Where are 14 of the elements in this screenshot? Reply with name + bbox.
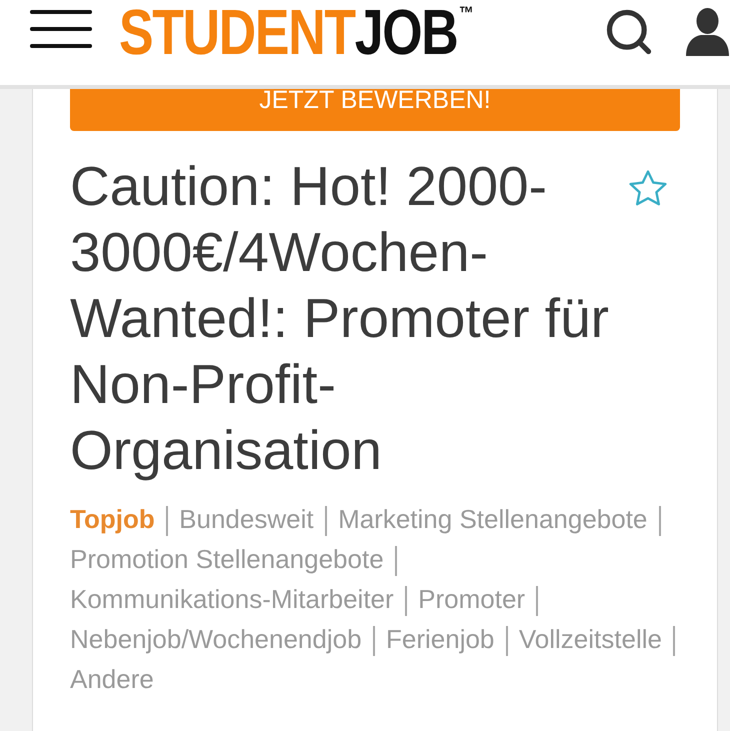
site-logo[interactable]: STUDENTJOB™	[119, 4, 472, 60]
tag-link[interactable]: Andere	[70, 664, 154, 694]
tag-link[interactable]: Ferienjob	[386, 624, 494, 654]
tag-link[interactable]: Promoter	[418, 584, 526, 614]
tag-link[interactable]: Vollzeitstelle	[518, 624, 662, 654]
tag-link[interactable]: Promotion Stellenangebote	[70, 544, 384, 574]
tag-link[interactable]: Marketing Stellenangebote	[338, 504, 648, 534]
tag-link[interactable]: Kommunikations-Mitarbeiter	[70, 584, 394, 614]
tag-link[interactable]: Bundesweit	[179, 504, 314, 534]
menu-icon[interactable]	[30, 8, 92, 50]
job-title: Caution: Hot! 2000-3000€/4Wochen-Wanted!: Promoter für Non-Profit-Organisation	[70, 154, 610, 483]
tag-link[interactable]: Topjob	[70, 504, 155, 534]
user-icon[interactable]	[685, 6, 730, 58]
tag-link[interactable]: Nebenjob/Wochenendjob	[70, 624, 362, 654]
